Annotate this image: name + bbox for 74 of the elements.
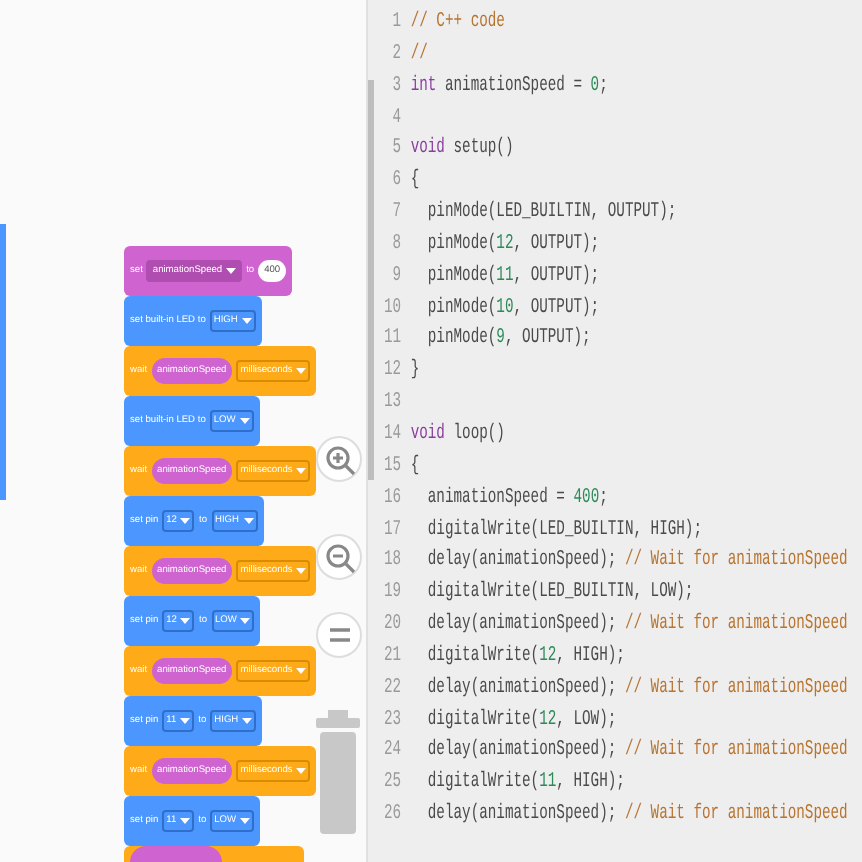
line-number: 9: [390, 261, 402, 292]
caret-icon: [296, 568, 307, 574]
line-number: 16: [384, 483, 402, 514]
code-line: delay(animationSpeed); // Wait for animationSpeed: [425, 736, 848, 767]
code-line: delay(animationSpeed); // Wait for animationSpeed: [425, 546, 848, 577]
scrollbar[interactable]: [368, 80, 374, 480]
caret-icon: [296, 468, 307, 474]
code-line: pinMode(9, OUTPUT);: [425, 324, 591, 355]
caret-icon: [296, 768, 307, 774]
caret-icon: [240, 618, 251, 624]
line-number: 24: [384, 736, 402, 767]
trash-icon: [316, 710, 360, 834]
code-line: digitalWrite(LED_BUILTIN, LOW);: [425, 578, 694, 609]
line-number: 7: [390, 198, 402, 229]
code-line: //: [410, 39, 428, 70]
line-number: 3: [390, 71, 402, 102]
code-line: pinMode(LED_BUILTIN, OUTPUT);: [425, 198, 677, 229]
zoom-out-button[interactable]: [316, 534, 362, 580]
code-line: animationSpeed = 400;: [425, 483, 608, 514]
line-number: 17: [384, 515, 402, 545]
line-number: 15: [384, 451, 402, 482]
line-number: 10: [384, 293, 402, 324]
reset-zoom-button[interactable]: [316, 612, 362, 658]
line-number: 1: [390, 8, 402, 38]
zoom-in-icon: [323, 443, 355, 475]
code-line: {: [410, 451, 420, 482]
line-number: 26: [384, 800, 402, 831]
code-line: int animationSpeed = 0;: [410, 71, 608, 102]
code-line: digitalWrite(11, HIGH);: [425, 768, 625, 799]
caret-icon: [243, 518, 253, 524]
line-number: 14: [384, 419, 402, 450]
line-number: 12: [384, 356, 402, 387]
caret-icon: [180, 718, 191, 724]
code-line: {: [410, 166, 420, 197]
code-line: void loop(): [410, 419, 505, 450]
code-line: delay(animationSpeed); // Wait for animationSpeed: [425, 673, 848, 704]
equals-icon: [329, 628, 349, 642]
zoom-out-icon: [323, 541, 355, 573]
line-number: 21: [384, 641, 402, 672]
line-number: 2: [390, 39, 402, 70]
line-number: 13: [384, 388, 402, 419]
line-number: 11: [384, 324, 402, 355]
code-line: digitalWrite(12, HIGH);: [425, 641, 625, 672]
code-line: pinMode(12, OUTPUT);: [425, 229, 600, 260]
zoom-in-button[interactable]: [316, 436, 362, 482]
caret-icon: [242, 718, 253, 724]
code-line: digitalWrite(LED_BUILTIN, HIGH);: [425, 515, 703, 545]
caret-icon: [180, 618, 191, 624]
code-line: delay(animationSpeed); // Wait for animationSpeed: [425, 610, 848, 641]
line-number: 25: [384, 768, 402, 799]
code-line: void setup(): [410, 134, 514, 165]
line-number: 18: [384, 546, 402, 577]
caret-icon: [240, 818, 251, 824]
code-line: pinMode(11, OUTPUT);: [425, 261, 600, 292]
line-number: 23: [384, 705, 402, 736]
line-number: 5: [390, 134, 402, 165]
caret-icon: [296, 368, 307, 374]
code-line: delay(animationSpeed); // Wait for animationSpeed: [425, 800, 848, 831]
caret-icon: [241, 318, 252, 324]
line-number: 19: [384, 578, 402, 609]
caret-icon: [180, 518, 191, 524]
caret-icon: [180, 818, 191, 824]
line-number: 22: [384, 673, 402, 704]
caret-icon: [226, 268, 237, 274]
code-line: // C++ code: [410, 8, 505, 38]
line-number: 20: [384, 610, 402, 641]
caret-icon: [296, 668, 307, 674]
code-line: }: [410, 356, 420, 387]
caret-icon: [239, 418, 250, 424]
line-number: 8: [390, 229, 402, 260]
line-number: 6: [390, 166, 402, 197]
code-line: pinMode(10, OUTPUT);: [425, 293, 600, 324]
line-number: 4: [390, 103, 402, 134]
code-line: digitalWrite(12, LOW);: [425, 705, 617, 736]
